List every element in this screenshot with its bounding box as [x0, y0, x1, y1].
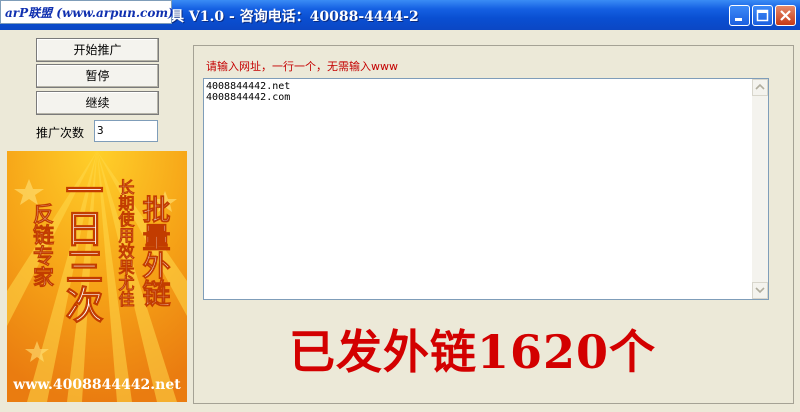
banner-text-col1: 反链专家 [25, 203, 59, 288]
close-icon [780, 10, 791, 21]
vertical-scrollbar[interactable] [752, 79, 768, 299]
banner-url: www.4008844442.net [13, 377, 181, 393]
promo-banner: 反链专家 一日三次 长期使用效果尤佳 批量外链 www.4008844442.n… [7, 151, 187, 402]
scroll-down-button[interactable] [752, 282, 768, 299]
minimize-icon [735, 18, 742, 21]
window-title: 具 V1.0 - 咨询电话：40088-4444-2 [170, 9, 419, 25]
banner-text-col2: 一日三次 [57, 171, 104, 324]
banner-col2-text: 一日三次 [59, 171, 104, 324]
banner-col1-text: 反链专家 [30, 203, 55, 288]
maximize-icon [756, 9, 769, 22]
banner-text-col4: 批量外链 [135, 195, 175, 308]
chevron-down-icon [755, 287, 765, 294]
count-label: 推广次数 [36, 126, 85, 140]
pause-button[interactable]: 暂停 [36, 64, 159, 88]
continue-button[interactable]: 继续 [36, 91, 159, 115]
title-bar: 具 V1.0 - 咨询电话：40088-4444-2 arP联盟 (www.ar… [0, 0, 800, 30]
banner-col4-text: 批量外链 [138, 195, 172, 308]
start-button[interactable]: 开始推广 [36, 38, 159, 62]
url-textarea[interactable]: 4008844442.net 4008844442.com [203, 78, 769, 300]
input-hint: 请输入网址，一行一个，无需输入www [206, 60, 398, 73]
url-line: 4008844442.com [206, 92, 291, 103]
close-button[interactable] [775, 5, 796, 26]
sent-count-status: 已发外链1620个 [289, 325, 657, 379]
watermark-overlay: arP联盟 (www.arpun.com) [0, 0, 174, 24]
chevron-up-icon [755, 83, 765, 90]
scroll-up-button[interactable] [752, 79, 768, 96]
count-input[interactable]: 3 [94, 120, 158, 142]
banner-col3-text: 长期使用效果尤佳 [115, 179, 135, 308]
maximize-button[interactable] [752, 5, 773, 26]
watermark-text: arP联盟 (www.arpun.com) [5, 6, 174, 20]
url-list: 4008844442.net 4008844442.com [205, 81, 290, 103]
url-line: 4008844442.net [206, 81, 291, 92]
minimize-button[interactable] [729, 5, 750, 26]
